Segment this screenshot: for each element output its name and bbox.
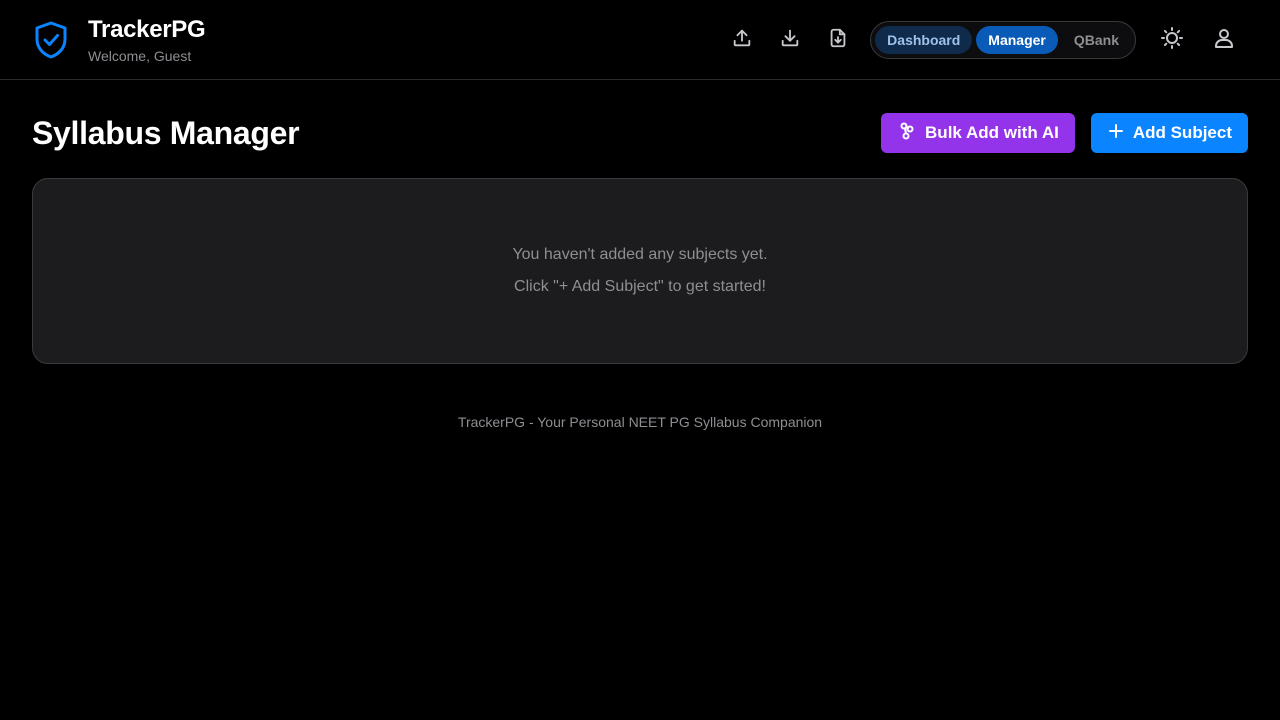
file-download-icon bbox=[827, 27, 849, 52]
app-header: TrackerPG Welcome, Guest Dashboard Manag… bbox=[0, 0, 1280, 80]
bulk-add-label: Bulk Add with AI bbox=[925, 123, 1059, 142]
ai-nodes-icon bbox=[899, 122, 915, 145]
upload-button[interactable] bbox=[718, 16, 766, 64]
profile-button[interactable] bbox=[1200, 16, 1248, 64]
nav-qbank[interactable]: QBank bbox=[1062, 26, 1131, 54]
brand: TrackerPG Welcome, Guest bbox=[32, 15, 206, 64]
main-nav: Dashboard Manager QBank bbox=[870, 20, 1136, 59]
app-title: TrackerPG bbox=[88, 15, 206, 43]
welcome-text: Welcome, Guest bbox=[88, 47, 192, 64]
add-subject-button[interactable]: Add Subject bbox=[1090, 113, 1248, 153]
nav-manager[interactable]: Manager bbox=[976, 25, 1058, 54]
download-icon bbox=[779, 27, 801, 52]
page-title: Syllabus Manager bbox=[32, 114, 300, 151]
main-content: Syllabus Manager Bulk Add with AI Add Su… bbox=[0, 80, 1280, 430]
empty-state-card: You haven't added any subjects yet. Clic… bbox=[32, 178, 1248, 364]
sun-icon bbox=[1160, 26, 1184, 53]
theme-toggle-button[interactable] bbox=[1148, 16, 1196, 64]
nav-dashboard[interactable]: Dashboard bbox=[875, 25, 973, 54]
user-icon bbox=[1212, 26, 1236, 53]
empty-state-message: You haven't added any subjects yet. bbox=[512, 246, 768, 263]
shield-check-icon bbox=[32, 20, 70, 60]
import-file-button[interactable] bbox=[814, 16, 862, 64]
empty-state-hint: Click "+ Add Subject" to get started! bbox=[514, 278, 766, 295]
upload-icon bbox=[731, 27, 753, 52]
add-subject-label: Add Subject bbox=[1132, 123, 1232, 142]
download-button[interactable] bbox=[766, 16, 814, 64]
bulk-add-ai-button[interactable]: Bulk Add with AI bbox=[881, 113, 1075, 153]
footer-text: TrackerPG - Your Personal NEET PG Syllab… bbox=[457, 414, 823, 430]
plus-icon bbox=[1108, 123, 1123, 143]
